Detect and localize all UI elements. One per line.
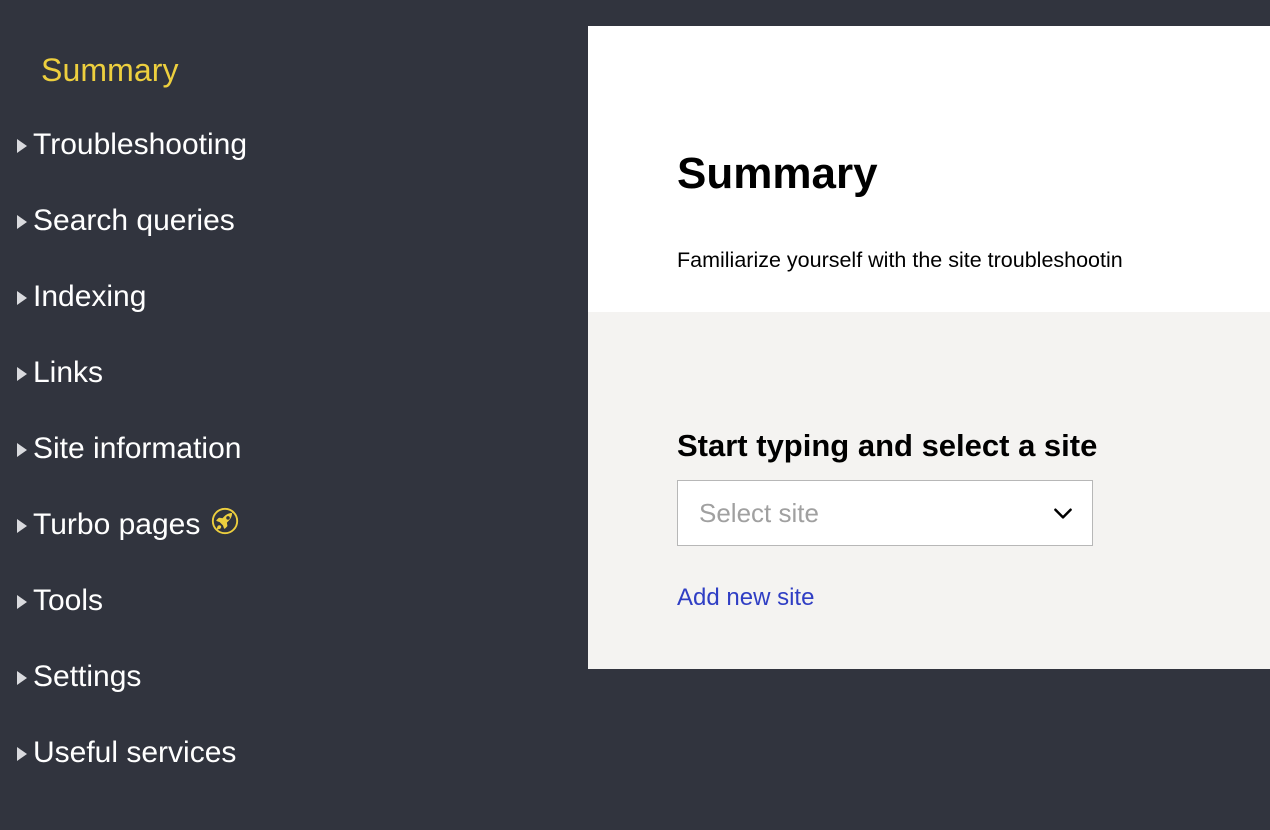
triangle-right-icon — [17, 139, 27, 153]
sidebar-item-label: Settings — [33, 660, 142, 693]
sidebar-item-site-information[interactable]: Site information — [0, 430, 588, 506]
rocket-icon — [210, 506, 240, 536]
sidebar-item-search-queries[interactable]: Search queries — [0, 202, 588, 278]
main-content: Summary Familiarize yourself with the si… — [588, 26, 1270, 669]
sidebar-item-label: Site information — [33, 432, 242, 465]
triangle-right-icon — [17, 671, 27, 685]
app-window: Summary Troubleshooting Search queries I… — [0, 0, 1270, 830]
add-new-site-link[interactable]: Add new site — [677, 582, 814, 614]
sidebar-item-troubleshooting[interactable]: Troubleshooting — [0, 126, 588, 202]
sidebar-item-label: Search queries — [33, 204, 235, 237]
triangle-right-icon — [17, 367, 27, 381]
sidebar-item-label: Troubleshooting — [33, 128, 248, 161]
sidebar-item-tools[interactable]: Tools — [0, 582, 588, 658]
sidebar-item-label: Tools — [33, 584, 104, 617]
sidebar-item-label: Useful services — [33, 736, 237, 769]
sidebar-item-indexing[interactable]: Indexing — [0, 278, 588, 354]
sidebar-nav-list: Troubleshooting Search queries Indexing … — [0, 126, 588, 810]
sidebar-item-summary[interactable]: Summary — [41, 48, 179, 92]
site-select-value: Select site — [699, 498, 819, 528]
sidebar-item-settings[interactable]: Settings — [0, 658, 588, 734]
sidebar: Summary Troubleshooting Search queries I… — [0, 0, 588, 830]
triangle-right-icon — [17, 595, 27, 609]
triangle-right-icon — [17, 215, 27, 229]
triangle-right-icon — [17, 519, 27, 533]
site-picker-heading: Start typing and select a site — [677, 427, 1098, 463]
page-description: Familiarize yourself with the site troub… — [677, 247, 1123, 272]
sidebar-item-label: Turbo pages — [33, 508, 201, 541]
sidebar-item-label: Links — [33, 356, 104, 389]
chevron-down-icon — [1054, 508, 1072, 519]
triangle-right-icon — [17, 747, 27, 761]
sidebar-item-links[interactable]: Links — [0, 354, 588, 430]
sidebar-item-turbo-pages[interactable]: Turbo pages — [0, 506, 588, 582]
page-title: Summary — [677, 149, 878, 199]
sidebar-item-useful-services[interactable]: Useful services — [0, 734, 588, 810]
triangle-right-icon — [17, 291, 27, 305]
triangle-right-icon — [17, 443, 27, 457]
sidebar-item-label: Indexing — [33, 280, 147, 313]
site-select[interactable]: Select site — [677, 480, 1093, 546]
